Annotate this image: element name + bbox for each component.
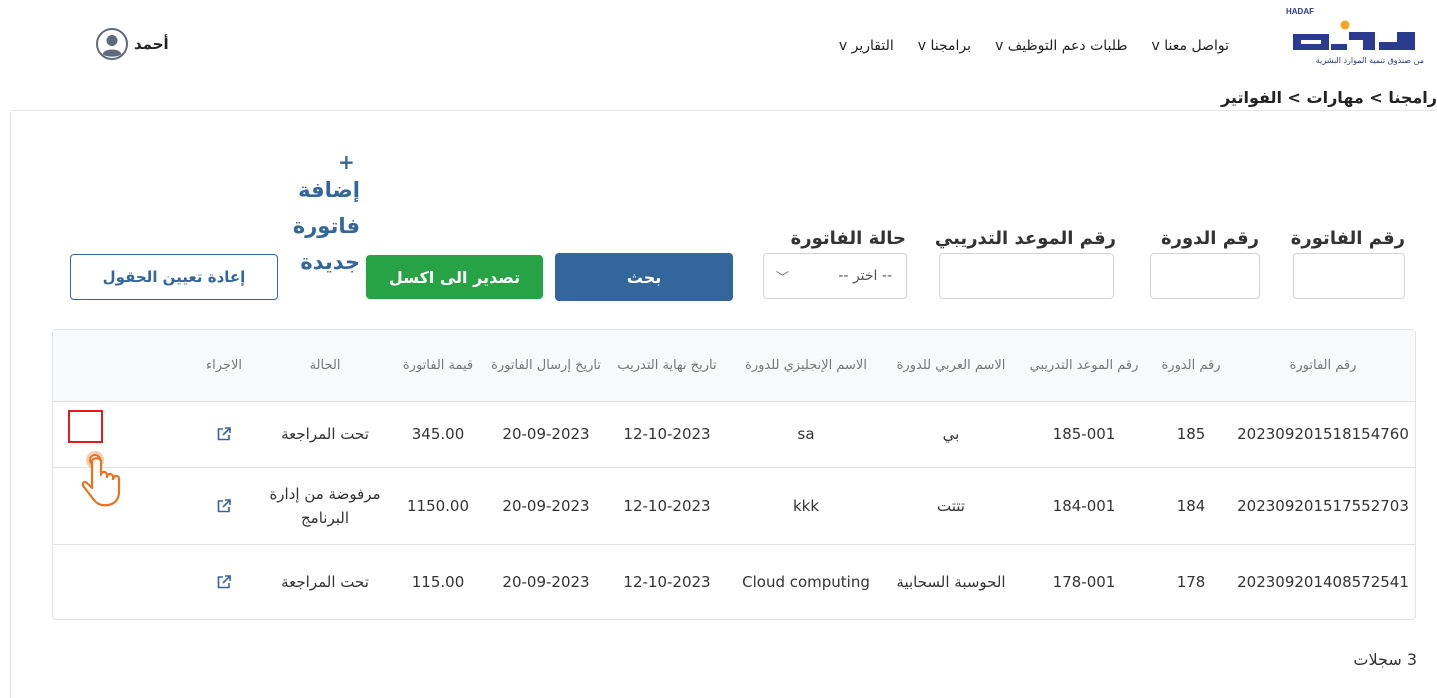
cell-action	[189, 401, 259, 467]
invoice-status-label: حالة الفاتورة	[790, 228, 906, 249]
cell-schedule-number: 185-001	[1052, 425, 1116, 443]
open-external-icon[interactable]	[216, 498, 232, 514]
cell-invoice-value: 115.00	[411, 573, 465, 591]
logo-brand-text: HADAF	[1286, 7, 1314, 16]
cell-status: مرفوضة من إدارة البرنامج	[269, 484, 381, 527]
header-divider	[10, 110, 1437, 111]
chevron-down-icon: ﹀	[776, 270, 790, 286]
invoice-status-selected: -- اختر --	[838, 268, 892, 284]
schedule-number-label: رقم الموعد التدريبي	[934, 228, 1116, 249]
cell-invoice-value: 1150.00	[406, 496, 470, 515]
cell-end-date: 12-10-2023	[623, 573, 711, 591]
main-nav: تواصل معنا v طلبات دعم التوظيف v برامجنا…	[839, 38, 1229, 54]
cell-course-number: 178	[1176, 573, 1206, 591]
cell-invoice-number: 202309201408572541	[1237, 573, 1409, 591]
highlight-box	[68, 410, 103, 443]
cell-arabic-name: بي	[942, 425, 960, 443]
nav-our-programs[interactable]: برامجنا v	[918, 38, 971, 54]
open-external-icon[interactable]	[216, 426, 232, 442]
cell-course-number: 185	[1176, 425, 1206, 443]
col-course-number[interactable]: رقم الدورة	[1151, 330, 1231, 401]
plus-icon: +	[338, 150, 355, 174]
user-name: أحمد	[134, 35, 169, 53]
nav-employment-support-requests[interactable]: طلبات دعم التوظيف v	[995, 38, 1127, 54]
cell-course-number: 184	[1176, 496, 1206, 515]
cell-sent-date: 20-09-2023	[502, 573, 590, 591]
export-excel-button[interactable]: تصدير الى اكسل	[366, 255, 543, 299]
cell-action	[189, 544, 259, 620]
search-button[interactable]: بحث	[555, 253, 733, 301]
cell-invoice-number: 202309201518154760	[1237, 425, 1409, 443]
logo-subtitle: من صندوق تنمية الموارد البشرية	[1315, 56, 1424, 65]
records-count: 3 سجلات	[1353, 650, 1417, 669]
schedule-number-input[interactable]	[939, 253, 1114, 299]
table-row: 202309201408572541 178 178-001 الحوسبة ا…	[53, 544, 1415, 620]
content-left-border	[10, 112, 11, 698]
col-action: الاجراء	[206, 358, 242, 373]
invoice-number-input[interactable]	[1293, 253, 1405, 299]
add-invoice-label: إضافة فاتورة جديدة	[292, 178, 360, 274]
open-external-icon[interactable]	[216, 574, 232, 590]
col-end-date[interactable]: تاريخ نهاية التدريب	[607, 330, 727, 401]
col-invoice-number[interactable]: رقم الفاتورة	[1231, 330, 1415, 401]
cell-action	[189, 467, 259, 544]
cell-arabic-name: الحوسبة السحابية	[896, 573, 1006, 591]
col-sent-date[interactable]: تاريخ إرسال الفاتورة	[485, 330, 607, 401]
cell-invoice-number: 202309201517552703	[1237, 496, 1409, 515]
cell-english-name: kkk	[792, 496, 820, 515]
cell-sent-date: 20-09-2023	[502, 496, 590, 515]
invoice-number-label: رقم الفاتورة	[1290, 228, 1405, 249]
hand-pointer-icon	[81, 451, 121, 507]
col-arabic-name[interactable]: الاسم العربي للدورة	[885, 330, 1017, 401]
add-invoice-button[interactable]: + إضافة فاتورة جديدة	[288, 150, 360, 288]
breadcrumb[interactable]: رامجنا > مهارات > الفواتير	[1221, 88, 1437, 107]
nav-reports[interactable]: التقارير v	[839, 38, 894, 54]
cell-english-name: Cloud computing	[742, 573, 870, 591]
reset-fields-button[interactable]: إعادة تعيين الحقول	[70, 254, 278, 300]
nav-contact-us[interactable]: تواصل معنا v	[1152, 38, 1229, 54]
user-menu[interactable]: أحمد	[96, 28, 169, 60]
cell-end-date: 12-10-2023	[623, 425, 711, 443]
cell-end-date: 12-10-2023	[623, 496, 711, 515]
invoice-status-select[interactable]: -- اختر -- ﹀	[763, 253, 907, 299]
logo-mark-icon	[1293, 20, 1415, 50]
course-number-label: رقم الدورة	[1160, 228, 1259, 249]
top-header: HADAF من صندوق تنمية الموارد البشرية توا…	[0, 0, 1437, 82]
cell-schedule-number: 178-001	[1052, 573, 1116, 591]
cell-sent-date: 20-09-2023	[502, 425, 590, 443]
cell-invoice-value: 345.00	[411, 425, 465, 443]
col-status[interactable]: الحالة	[259, 330, 391, 401]
cell-status: تحت المراجعة	[281, 425, 369, 443]
table-row: 202309201518154760 185 185-001 بي sa 12-…	[53, 401, 1415, 468]
cell-english-name: sa	[797, 425, 815, 443]
cell-schedule-number: 184-001	[1052, 496, 1116, 515]
table-row: 202309201517552703 184 184-001 تتتت kkk …	[53, 467, 1415, 545]
user-avatar-icon	[96, 28, 128, 60]
col-invoice-value[interactable]: قيمة الفاتورة	[391, 330, 485, 401]
col-english-name[interactable]: الاسم الإنجليزي للدورة	[727, 330, 885, 401]
cell-status: تحت المراجعة	[281, 573, 369, 591]
cell-arabic-name: تتتت	[937, 496, 965, 515]
table-header-row: رقم الفاتورة رقم الدورة رقم الموعد التدر…	[53, 330, 1415, 402]
course-number-input[interactable]	[1150, 253, 1260, 299]
col-schedule-number[interactable]: رقم الموعد التدريبي	[1017, 330, 1151, 401]
invoices-table: رقم الفاتورة رقم الدورة رقم الموعد التدر…	[52, 329, 1416, 620]
hadaf-logo[interactable]: HADAF من صندوق تنمية الموارد البشرية	[1284, 6, 1424, 72]
